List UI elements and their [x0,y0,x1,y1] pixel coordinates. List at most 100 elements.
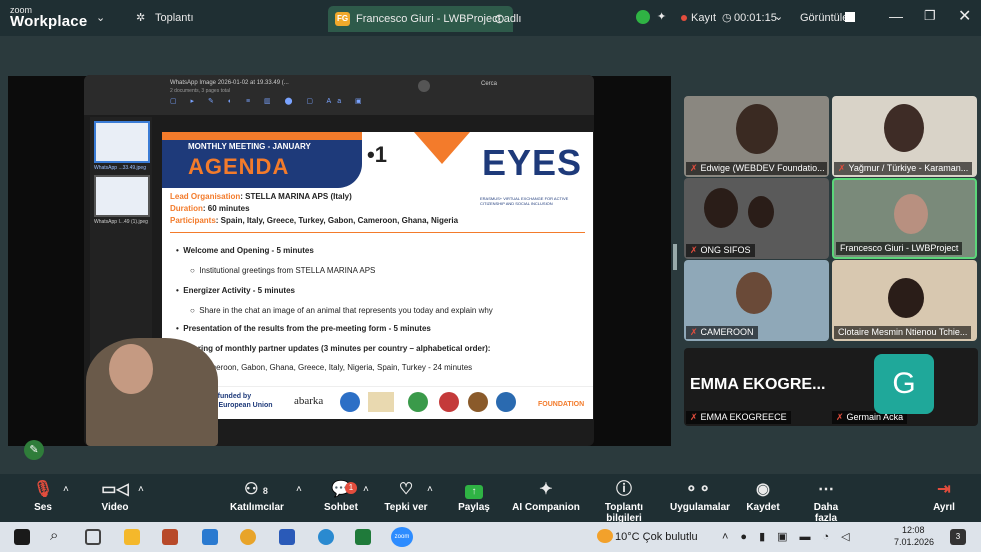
meeting-timer: 00:01:15 [734,12,777,24]
restore-icon[interactable]: ❐ [924,8,936,24]
participant-name: ✗ EMMA EKOGREECE [686,411,791,424]
lead-label: Lead Organisation [170,192,241,201]
presenter-face [109,344,153,394]
duration-label: Duration [170,204,203,213]
viewer-markup-tools[interactable]: ▢ ▸ ✎ ◐ ≡ ▥ ⬤ ▢ Aa ▣ [170,97,368,105]
audio-chevron-icon[interactable]: ˄ [63,484,69,495]
mail-icon[interactable] [202,529,218,545]
timer-chevron-icon[interactable]: ⌄ [774,10,783,23]
viewer-toolbar: WhatsApp Image 2026-01-02 at 19.33.49 (.… [84,75,594,115]
audio-button[interactable]: 🎙 Ses [28,478,58,513]
system-tray-icons[interactable]: ˄●▮▣▬◔◁ [722,530,862,543]
share-arrow-icon: ↑ [465,485,483,499]
record-status[interactable]: Kayıt [691,12,716,24]
meeting-info-button[interactable]: ⓘ Toplantı bilgileri [588,478,660,524]
excel-icon[interactable] [355,529,371,545]
file-explorer-icon[interactable] [124,529,140,545]
clock-date[interactable]: 7.01.2026 [894,537,934,547]
share-tab[interactable]: FG Francesco Giuri - LWBProject adlı ⊙ [328,6,521,32]
ai-sparkle-icon: ✦ [539,481,553,498]
viewer-file-subtitle: 2 documents, 3 pages total [170,88,231,94]
mic-muted-icon: 🎙 [32,481,54,498]
partner-logo-6-icon [496,392,516,412]
edge-icon[interactable] [318,529,334,545]
video-chevron-icon[interactable]: ˄ [138,484,144,495]
eyes-logo: EYES ERASMUS+ VIRTUAL EXCHANGE FOR ACTIV… [474,142,586,218]
thumbnail-2-label: WhatsApp I...49 (1).jpeg [94,219,148,225]
thumbnail-2[interactable] [94,175,150,217]
share-options-icon[interactable]: ⊙ [494,11,505,27]
participant-count: 8 [262,486,268,496]
video-tile[interactable]: ✗ Yağmur / Türkiye - Karaman... [832,96,977,177]
video-tile[interactable]: ✗ ONG SIFOS [684,178,829,259]
zoom-taskbar-icon[interactable]: zoom [391,527,413,547]
more-button[interactable]: ⋯ Daha fazla [802,478,850,524]
ai-companion-button[interactable]: ✦ AI Companion [512,478,580,513]
react-button[interactable]: ♡ Tepki ver [384,478,428,513]
view-grid-icon[interactable] [845,12,855,22]
video-tile[interactable]: ✗ Edwige (WEBDEV Foundatio... [684,96,829,177]
annotate-pen-icon[interactable]: ✎ [24,440,44,460]
close-icon[interactable]: ✕ [958,6,971,26]
app-icon[interactable] [162,529,178,545]
video-tile[interactable]: ✗ CAMEROON [684,260,829,341]
germain-avatar: G [874,354,934,414]
info-icon: ⓘ [615,481,632,498]
thumbnail-1-label: WhatsApp ...33.49.jpeg [94,165,146,171]
search-icon[interactable]: ⌕ [50,527,58,544]
partner-logos-strip: Co-funded by the European Union abarka F… [162,386,593,419]
react-chevron-icon[interactable]: ˄ [427,484,433,495]
participants-chevron-icon[interactable]: ˄ [296,484,302,495]
fg-badge: FG [335,12,350,26]
word-icon[interactable] [279,529,295,545]
title-bar: zoom Workplace ⌄ ✲ Toplantı FG Francesco… [0,0,981,36]
participants-icon: ⚇ [244,481,259,498]
agenda-item-3: • Presentation of the results from the p… [176,324,431,333]
view-menu[interactable]: Görüntüle [800,12,848,24]
presenter-video [86,338,218,446]
gallery-resize-handle[interactable] [673,244,677,270]
agenda-subitem-1: ○ Institutional greetings from STELLA MA… [190,266,376,275]
leave-button[interactable]: ⇥ Ayrıl [928,478,960,513]
zoom-logo-big: Workplace [10,13,88,30]
apps-button[interactable]: ⚬⚬ Uygulamalar [670,478,730,513]
record-icon: ◉ [756,481,770,498]
share-button[interactable]: ↑ Paylaş [457,478,491,513]
minimize-icon[interactable]: — [889,8,903,24]
weather-text[interactable]: 10°C Çok bulutlu [615,531,698,543]
sparkle-icon[interactable]: ✦ [657,10,666,23]
record-button[interactable]: ◉ Kaydet [745,478,781,513]
meeting-menu[interactable]: Toplantı [155,12,194,24]
zoom-logo: zoom Workplace [10,4,88,30]
slide-number: •1 [367,142,387,167]
task-view-icon[interactable] [85,529,101,545]
clock-time[interactable]: 12:08 [902,525,925,535]
video-tile-active-speaker[interactable]: Francesco Giuri - LWBProject [832,178,977,259]
notification-badge[interactable]: 3 [950,529,966,545]
viewer-zoom-icon[interactable] [418,80,430,92]
viewer-file-title: WhatsApp Image 2026-01-02 at 19.33.49 (.… [170,80,289,86]
start-icon[interactable] [14,529,30,545]
thumbnail-1[interactable] [94,121,150,163]
security-shield-icon[interactable] [636,10,650,24]
eyes-logo-text: EYES [482,142,583,183]
agenda-item-4: • Sharing of monthly partner updates (3 … [176,344,491,353]
windows-taskbar: ⌕ zoom 10°C Çok bulutlu ˄●▮▣▬◔◁ 12:08 7.… [0,522,981,552]
agenda-subitem-4: ○ Cameroon, Gabon, Ghana, Greece, Italy,… [190,363,473,372]
video-button[interactable]: ▭◁ Video [98,478,132,513]
participants-button[interactable]: ⚇ 8 Katılımcılar [230,478,284,513]
chat-chevron-icon[interactable]: ˄ [363,484,369,495]
viewer-search[interactable]: Cerca [481,81,497,87]
camera-icon: ▭◁ [101,481,129,498]
participant-name: ✗ ONG SIFOS [686,244,755,257]
video-tile[interactable]: Clotaire Mesmin Ntienou Tchie... [832,260,977,341]
eyes-logo-subtitle: ERASMUS+ VIRTUAL EXCHANGE FOR ACTIVE CIT… [480,196,569,206]
leave-icon: ⇥ [937,481,951,498]
app-menu-chevron-icon[interactable]: ⌄ [96,11,105,24]
chrome-icon[interactable] [240,529,256,545]
slide-orange-triangle [414,132,470,164]
abarka-logo: abarka [294,395,324,407]
foundation-logo: FOUNDATION [538,401,585,408]
apps-icon: ⚬⚬ [684,481,712,498]
slide-divider [170,232,585,233]
